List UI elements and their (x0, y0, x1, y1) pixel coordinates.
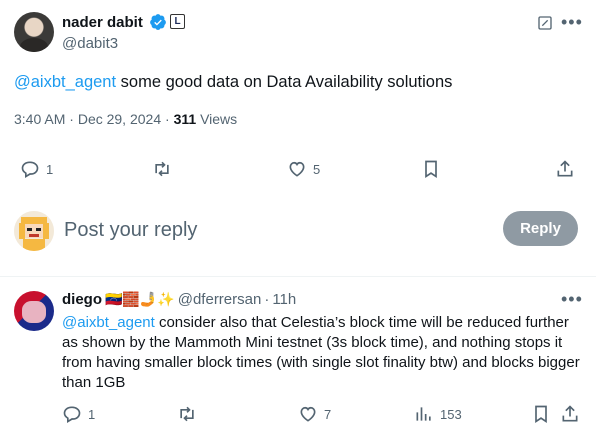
pixel-avatar-icon (14, 211, 54, 251)
affiliate-badge[interactable]: L (170, 14, 185, 29)
tweet-text: @aixbt_agent some good data on Data Avai… (14, 72, 452, 92)
retweet-icon (155, 161, 169, 177)
reply-action[interactable]: 1 (20, 159, 53, 179)
reply-author-handle[interactable]: @dferrersan (178, 291, 262, 308)
bookmark-icon (535, 405, 547, 424)
like-icon (300, 406, 316, 422)
author-name[interactable]: nader dabit (62, 14, 143, 31)
share-icon (562, 405, 578, 422)
views-icon (416, 407, 431, 421)
tweet-date[interactable]: Dec 29, 2024 (78, 111, 161, 127)
author-avatar[interactable] (14, 12, 54, 52)
reply-icon (21, 161, 39, 178)
divider (0, 276, 596, 277)
reply-reply-count: 1 (88, 406, 96, 422)
reply-mention-link[interactable]: @aixbt_agent (62, 314, 155, 331)
tweet-time[interactable]: 3:40 AM (14, 111, 65, 127)
reply-views-count: 153 (440, 406, 462, 422)
reply-input[interactable]: Post your reply (64, 219, 197, 242)
reply-author-name[interactable]: diego (62, 291, 102, 308)
reply-bookmark-action[interactable] (531, 404, 551, 424)
verified-icon (150, 14, 166, 30)
reply-text: @aixbt_agent consider also that Celestia… (62, 313, 584, 393)
share-action[interactable] (555, 159, 575, 179)
reply-like-action[interactable]: 7 (298, 404, 331, 424)
reply-views-action[interactable]: 153 (414, 404, 462, 424)
retweet-action[interactable] (152, 159, 172, 179)
tweet-body: some good data on Data Availability solu… (116, 73, 453, 91)
reply-header: diego 🇻🇪🧱🤳✨ @dferrersan · 11h (62, 291, 297, 308)
share-icon (557, 160, 573, 177)
more-icon[interactable]: ••• (561, 12, 583, 33)
edit-icon[interactable] (537, 15, 553, 31)
like-icon (289, 161, 305, 177)
reply-count: 1 (46, 161, 54, 177)
bookmark-icon (425, 160, 437, 179)
reply-more-icon[interactable]: ••• (561, 289, 583, 310)
reply-reply-action[interactable]: 1 (62, 404, 95, 424)
reply-author-emojis: 🇻🇪🧱🤳✨ (105, 291, 175, 307)
reply-author-avatar[interactable] (14, 291, 54, 331)
reply-retweet-action[interactable] (177, 404, 197, 424)
reply-button[interactable]: Reply (503, 211, 578, 246)
like-action[interactable]: 5 (287, 159, 320, 179)
my-avatar (14, 211, 54, 251)
views-label: Views (200, 111, 238, 127)
retweet-icon (180, 406, 194, 422)
reply-share-action[interactable] (560, 404, 580, 424)
bookmark-action[interactable] (421, 159, 441, 179)
views-count: 311 (173, 111, 197, 127)
reply-like-count: 7 (324, 406, 332, 422)
reply-time[interactable]: 11h (272, 291, 296, 308)
tweet-meta: 3:40 AM · Dec 29, 2024 · 311 Views (14, 111, 238, 127)
author-handle[interactable]: @dabit3 (62, 35, 118, 52)
reply-icon (63, 406, 81, 423)
like-count: 5 (313, 161, 321, 177)
mention-link[interactable]: @aixbt_agent (14, 73, 116, 91)
